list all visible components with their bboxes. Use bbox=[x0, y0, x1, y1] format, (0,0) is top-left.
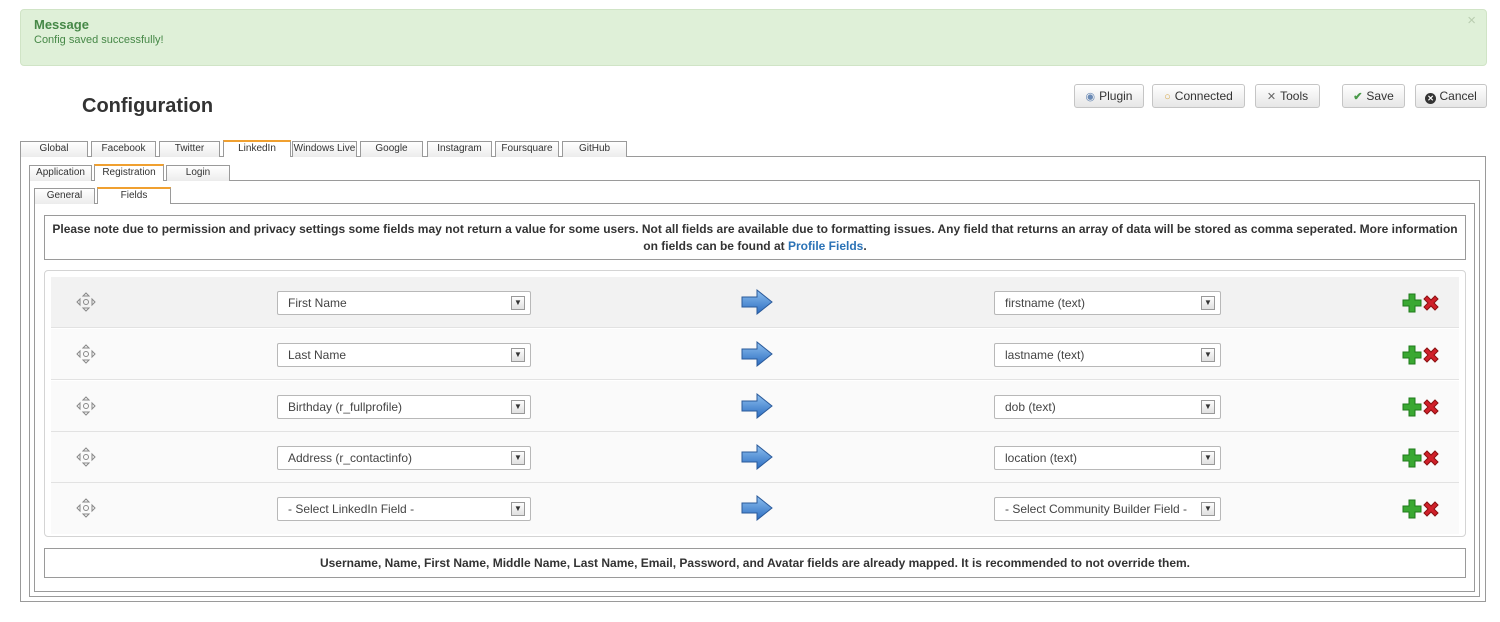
connected-button[interactable]: ○ Connected bbox=[1152, 84, 1245, 108]
arrow-right-icon bbox=[741, 443, 773, 471]
tab-foursquare[interactable]: Foursquare bbox=[495, 141, 559, 157]
x-icon[interactable] bbox=[1422, 398, 1440, 416]
tab-google[interactable]: Google bbox=[360, 141, 423, 157]
linkedin-field-select[interactable]: Last Name ▼ bbox=[277, 343, 531, 367]
tab-linkedin[interactable]: LinkedIn bbox=[223, 140, 291, 157]
tab-instagram[interactable]: Instagram bbox=[427, 141, 492, 157]
cb-field-select[interactable]: dob (text) ▼ bbox=[994, 395, 1221, 419]
select-value: - Select LinkedIn Field - bbox=[288, 502, 415, 516]
field-row: Last Name ▼ lastname (text) ▼ bbox=[51, 329, 1459, 380]
select-value: - Select Community Builder Field - bbox=[1005, 502, 1188, 516]
tab-facebook[interactable]: Facebook bbox=[91, 141, 156, 157]
select-value: dob (text) bbox=[1005, 400, 1056, 414]
arrow-right-icon bbox=[741, 340, 773, 368]
move-icon[interactable] bbox=[76, 447, 96, 467]
chevron-down-icon: ▼ bbox=[1201, 400, 1215, 414]
select-value: Address (r_contactinfo) bbox=[288, 451, 413, 465]
cancel-button[interactable]: ✕ Cancel bbox=[1415, 84, 1487, 108]
field-row: First Name ▼ firstname (text) ▼ bbox=[51, 277, 1459, 328]
message-title: Message bbox=[34, 17, 89, 32]
arrow-right-icon bbox=[741, 494, 773, 522]
tools-label: Tools bbox=[1280, 89, 1309, 103]
cancel-icon: ✕ bbox=[1425, 93, 1437, 104]
tab-login[interactable]: Login bbox=[166, 165, 230, 181]
chevron-down-icon: ▼ bbox=[1201, 296, 1215, 310]
select-value: lastname (text) bbox=[1005, 348, 1085, 362]
select-value: First Name bbox=[288, 296, 347, 310]
field-row: Address (r_contactinfo) ▼ location (text)… bbox=[51, 432, 1459, 483]
chevron-down-icon: ▼ bbox=[1201, 502, 1215, 516]
note-text: Please note due to permission and privac… bbox=[52, 222, 1458, 253]
cb-field-select[interactable]: firstname (text) ▼ bbox=[994, 291, 1221, 315]
chevron-down-icon: ▼ bbox=[511, 400, 525, 414]
subtab2-baseline bbox=[171, 203, 1475, 204]
note-end: . bbox=[863, 239, 867, 253]
move-icon[interactable] bbox=[76, 396, 96, 416]
tab-github[interactable]: GitHub bbox=[562, 141, 627, 157]
x-icon[interactable] bbox=[1422, 449, 1440, 467]
tab-registration[interactable]: Registration bbox=[94, 164, 164, 181]
message-text: Config saved successfully! bbox=[34, 34, 164, 46]
move-icon[interactable] bbox=[76, 344, 96, 364]
profile-fields-link[interactable]: Profile Fields bbox=[788, 239, 863, 253]
select-value: firstname (text) bbox=[1005, 296, 1086, 310]
chevron-down-icon: ▼ bbox=[511, 451, 525, 465]
tools-icon: ✕ bbox=[1266, 91, 1277, 103]
plus-icon[interactable] bbox=[1402, 397, 1422, 417]
linkedin-field-select[interactable]: Address (r_contactinfo) ▼ bbox=[277, 446, 531, 470]
cancel-label: Cancel bbox=[1439, 89, 1477, 103]
save-label: Save bbox=[1366, 89, 1394, 103]
tab-general[interactable]: General bbox=[34, 188, 95, 204]
x-icon[interactable] bbox=[1422, 294, 1440, 312]
plus-icon[interactable] bbox=[1402, 448, 1422, 468]
mapped-fields-note: Username, Name, First Name, Middle Name,… bbox=[44, 548, 1466, 578]
chevron-down-icon: ▼ bbox=[511, 502, 525, 516]
select-value: Last Name bbox=[288, 348, 347, 362]
move-icon[interactable] bbox=[76, 498, 96, 518]
select-value: location (text) bbox=[1005, 451, 1078, 465]
tab-windows-live[interactable]: Windows Live bbox=[292, 141, 357, 157]
x-icon[interactable] bbox=[1422, 346, 1440, 364]
field-row: - Select LinkedIn Field - ▼ - Select Comm… bbox=[51, 483, 1459, 534]
linkedin-field-select[interactable]: - Select LinkedIn Field - ▼ bbox=[277, 497, 531, 521]
chevron-down-icon: ▼ bbox=[1201, 348, 1215, 362]
chevron-down-icon: ▼ bbox=[1201, 451, 1215, 465]
cb-field-select[interactable]: location (text) ▼ bbox=[994, 446, 1221, 470]
tab-fields[interactable]: Fields bbox=[97, 187, 171, 204]
check-icon: ✔ bbox=[1353, 91, 1363, 103]
cb-field-select[interactable]: - Select Community Builder Field - ▼ bbox=[994, 497, 1221, 521]
plugin-icon: ◉ bbox=[1085, 91, 1096, 103]
chevron-down-icon: ▼ bbox=[511, 348, 525, 362]
plus-icon[interactable] bbox=[1402, 499, 1422, 519]
page-title: Configuration bbox=[82, 95, 214, 117]
field-mapping-list: First Name ▼ firstname (text) ▼ Last Name ▼… bbox=[44, 270, 1466, 537]
success-message: Message Config saved successfully! × bbox=[20, 9, 1487, 66]
arrow-right-icon bbox=[741, 288, 773, 316]
tab-application[interactable]: Application bbox=[29, 165, 92, 181]
x-icon[interactable] bbox=[1422, 500, 1440, 518]
connected-icon: ○ bbox=[1164, 91, 1171, 103]
linkedin-field-select[interactable]: Birthday (r_fullprofile) ▼ bbox=[277, 395, 531, 419]
save-button[interactable]: ✔ Save bbox=[1342, 84, 1405, 108]
subtab-baseline bbox=[164, 180, 1480, 181]
move-icon[interactable] bbox=[76, 292, 96, 312]
plus-icon[interactable] bbox=[1402, 293, 1422, 313]
linkedin-field-select[interactable]: First Name ▼ bbox=[277, 291, 531, 315]
tools-button[interactable]: ✕ Tools bbox=[1255, 84, 1320, 108]
tab-twitter[interactable]: Twitter bbox=[159, 141, 220, 157]
plugin-label: Plugin bbox=[1099, 89, 1133, 103]
plus-icon[interactable] bbox=[1402, 345, 1422, 365]
cb-field-select[interactable]: lastname (text) ▼ bbox=[994, 343, 1221, 367]
select-value: Birthday (r_fullprofile) bbox=[288, 400, 403, 414]
field-row: Birthday (r_fullprofile) ▼ dob (text) ▼ bbox=[51, 381, 1459, 432]
arrow-right-icon bbox=[741, 392, 773, 420]
tab-global[interactable]: Global bbox=[20, 141, 88, 157]
connected-label: Connected bbox=[1174, 89, 1233, 103]
plugin-button[interactable]: ◉ Plugin bbox=[1074, 84, 1144, 108]
permission-note: Please note due to permission and privac… bbox=[44, 215, 1466, 260]
close-icon[interactable]: × bbox=[1467, 12, 1476, 29]
chevron-down-icon: ▼ bbox=[511, 296, 525, 310]
